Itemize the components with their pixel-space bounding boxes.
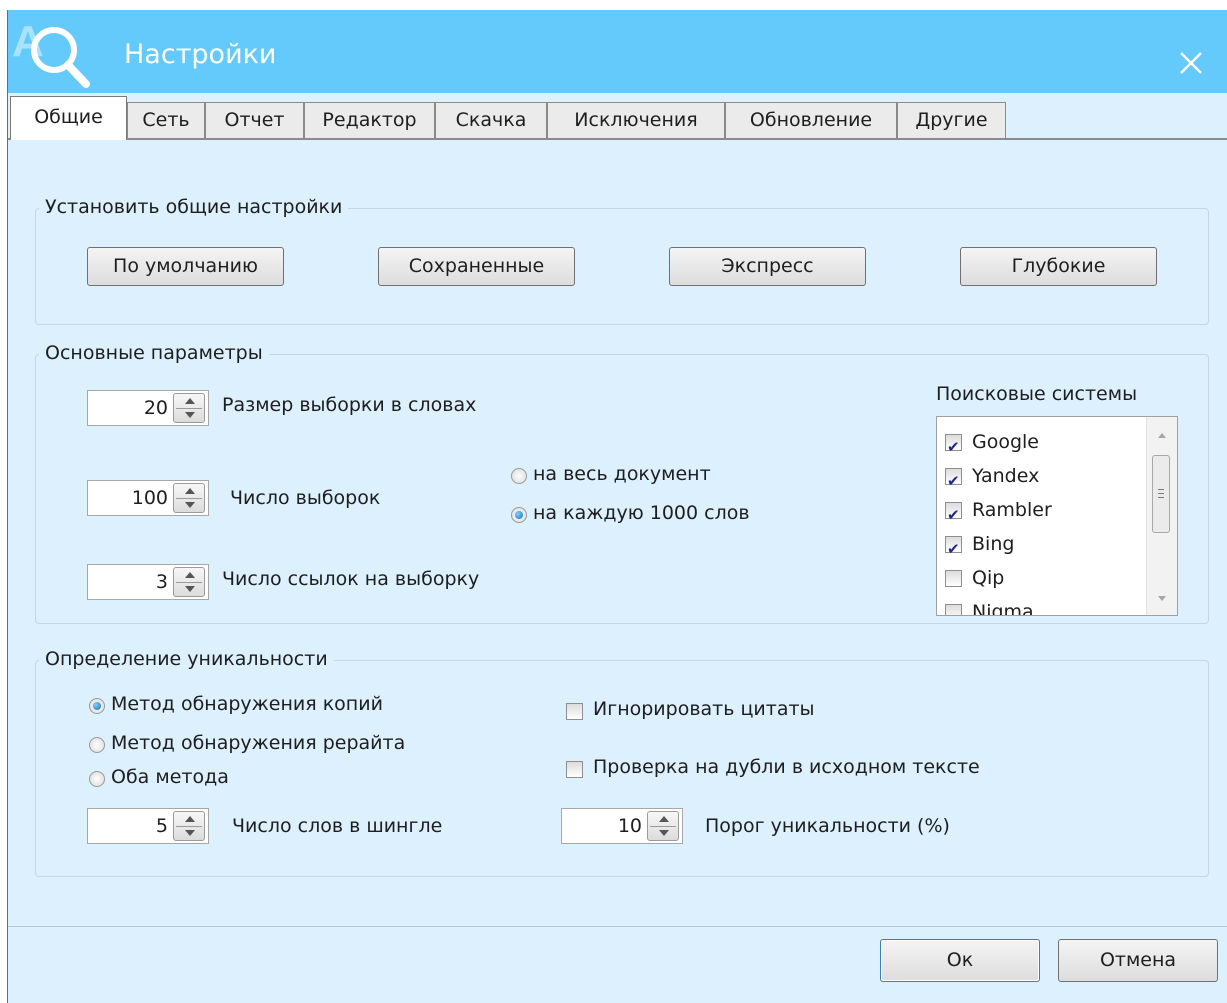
preset-deep-button[interactable]: Глубокие (960, 247, 1157, 286)
tab-network[interactable]: Сеть (127, 102, 205, 138)
title-bar: A Настройки (8, 10, 1227, 93)
scope-per-1000-words-radio[interactable] (511, 507, 527, 523)
spinner-arrows-icon[interactable] (647, 811, 679, 841)
scope-whole-document-radio[interactable] (511, 468, 527, 484)
engine-label: Nigma (972, 601, 1034, 616)
engine-rambler-checkbox[interactable] (945, 500, 962, 530)
tab-update[interactable]: Обновление (725, 102, 897, 138)
app-logo-magnifier-icon: A (12, 17, 90, 88)
cancel-button[interactable]: Отмена (1058, 939, 1218, 982)
search-engines-label: Поисковые системы (936, 383, 1138, 405)
scope-whole-document-label[interactable]: на весь документ (533, 463, 711, 485)
search-engines-list[interactable]: Google Yandex Rambler Bing Qip Nigma (936, 416, 1178, 616)
spinner-arrows-icon[interactable] (173, 483, 205, 513)
close-icon[interactable] (1174, 46, 1208, 80)
tab-general[interactable]: Общие (10, 96, 127, 140)
tab-editor[interactable]: Редактор (304, 102, 435, 138)
method-copies-label[interactable]: Метод обнаружения копий (111, 693, 383, 715)
engine-label: Rambler (972, 499, 1052, 521)
method-both-label[interactable]: Оба метода (111, 766, 229, 788)
list-scrollbar[interactable] (1146, 417, 1177, 615)
check-duplicates-label[interactable]: Проверка на дубли в исходном тексте (593, 756, 980, 778)
sample-size-spinner[interactable]: 20 (87, 390, 209, 426)
preset-express-button[interactable]: Экспресс (669, 247, 866, 286)
scroll-up-arrow-icon[interactable] (1158, 433, 1166, 438)
scope-per-1000-words-label[interactable]: на каждую 1000 слов (533, 502, 750, 524)
tab-download[interactable]: Скачка (435, 102, 547, 138)
spinner-arrows-icon[interactable] (173, 567, 205, 597)
engine-qip-checkbox[interactable] (945, 570, 962, 587)
engine-bing-checkbox[interactable] (945, 534, 962, 564)
footer-divider (8, 926, 1227, 927)
method-rewrite-label[interactable]: Метод обнаружения рерайта (111, 732, 405, 754)
uniqueness-legend: Определение уникальности (39, 648, 334, 670)
engine-nigma-checkbox[interactable] (945, 604, 962, 615)
preset-saved-button[interactable]: Сохраненные (378, 247, 575, 286)
method-copies-radio[interactable] (89, 698, 105, 714)
engine-google-checkbox[interactable] (945, 432, 962, 462)
engine-label: Qip (972, 567, 1005, 589)
sample-count-value[interactable]: 100 (132, 481, 168, 515)
shingle-words-spinner[interactable]: 5 (87, 808, 209, 844)
threshold-value[interactable]: 10 (618, 809, 642, 843)
method-both-radio[interactable] (89, 771, 105, 787)
links-per-sample-label: Число ссылок на выборку (222, 568, 480, 590)
engine-label: Bing (972, 533, 1015, 555)
general-settings-legend: Установить общие настройки (39, 196, 349, 218)
sample-count-spinner[interactable]: 100 (87, 480, 209, 516)
scroll-down-arrow-icon[interactable] (1158, 596, 1166, 601)
links-per-sample-spinner[interactable]: 3 (87, 564, 209, 600)
ignore-quotes-checkbox[interactable] (566, 703, 583, 720)
spinner-arrows-icon[interactable] (173, 393, 205, 423)
tab-report[interactable]: Отчет (205, 102, 304, 138)
threshold-label: Порог уникальности (%) (705, 815, 950, 837)
shingle-words-value[interactable]: 5 (156, 809, 168, 843)
engine-label: Yandex (972, 465, 1040, 487)
ok-button[interactable]: Ок (880, 939, 1040, 982)
spinner-arrows-icon[interactable] (173, 811, 205, 841)
tab-exclusions[interactable]: Исключения (547, 102, 725, 138)
method-rewrite-radio[interactable] (89, 737, 105, 753)
engine-yandex-checkbox[interactable] (945, 466, 962, 496)
ignore-quotes-label[interactable]: Игнорировать цитаты (593, 698, 815, 720)
engine-label: Google (972, 431, 1040, 453)
window-title: Настройки (124, 39, 277, 70)
preset-default-button[interactable]: По умолчанию (87, 247, 284, 286)
sample-size-value[interactable]: 20 (144, 391, 168, 425)
tab-divider (8, 138, 1227, 140)
main-params-legend: Основные параметры (39, 342, 269, 364)
tab-other[interactable]: Другие (897, 102, 1006, 138)
threshold-spinner[interactable]: 10 (561, 808, 683, 844)
scroll-thumb[interactable] (1152, 455, 1170, 533)
check-duplicates-checkbox[interactable] (566, 761, 583, 778)
sample-size-label: Размер выборки в словах (222, 394, 477, 416)
shingle-words-label: Число слов в шингле (232, 815, 443, 837)
links-per-sample-value[interactable]: 3 (156, 565, 168, 599)
sample-count-label: Число выборок (230, 487, 381, 509)
settings-dialog: A Настройки Общие Сеть Отчет Редактор Ск… (8, 10, 1227, 1003)
